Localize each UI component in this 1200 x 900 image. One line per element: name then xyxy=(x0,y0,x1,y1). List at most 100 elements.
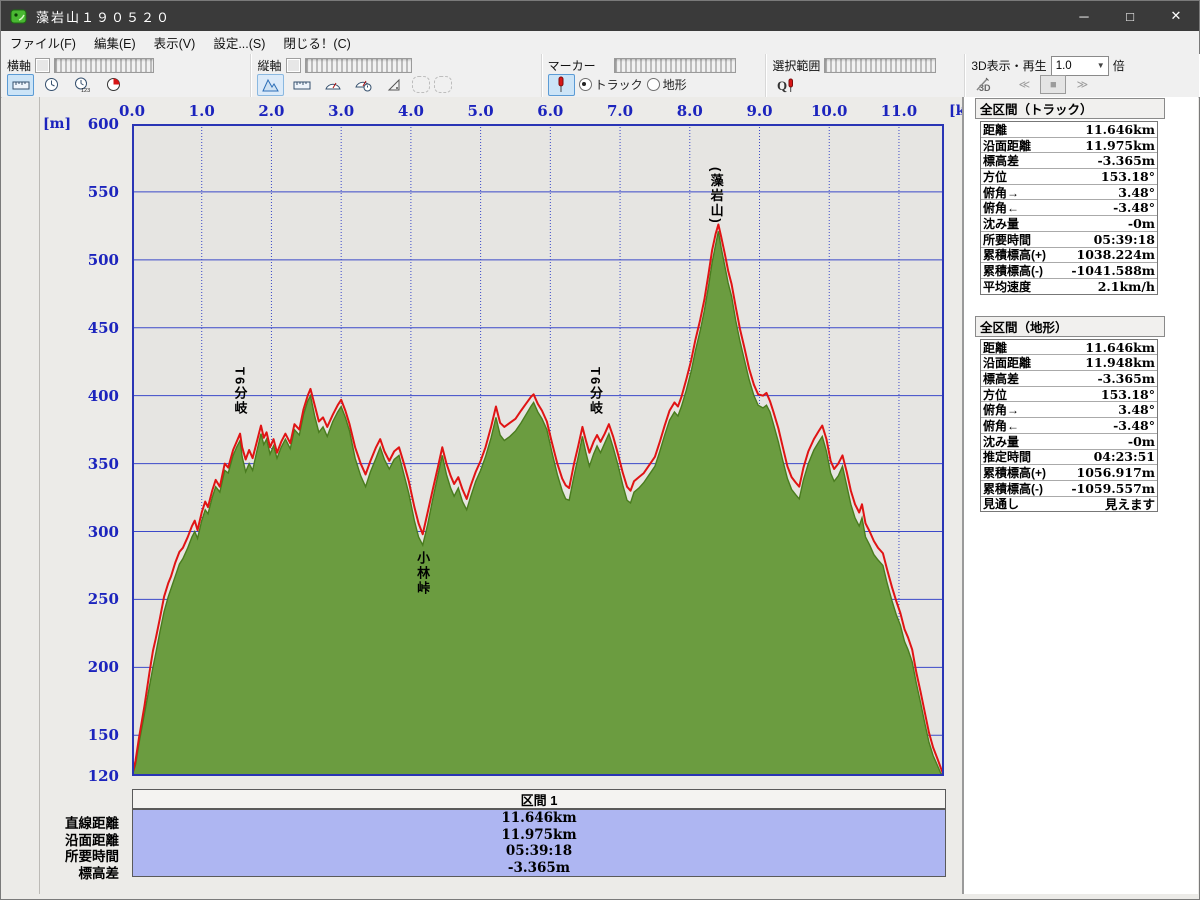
stat-value: 3.48° xyxy=(1118,185,1155,200)
chevron-down-icon: ▼ xyxy=(1097,61,1108,70)
stat-row: 累積標高(+)1038.224m xyxy=(981,248,1157,264)
toolbar: 横軸 123 縦軸 xyxy=(1,54,1199,98)
y-tick-label: 200 xyxy=(69,658,119,676)
stop-button[interactable]: ■ xyxy=(1040,75,1066,94)
stat-value: 05:39:18 xyxy=(1094,232,1155,247)
clock-icon[interactable] xyxy=(38,74,65,96)
menu-item-0[interactable]: ファイル(F) xyxy=(1,30,85,55)
stat-row: 沈み量-0m xyxy=(981,216,1157,232)
stat-row: 距離11.646km xyxy=(981,122,1157,138)
stat-row: 標高差 -3.365m xyxy=(981,371,1157,387)
range-marker-icon[interactable]: Q xyxy=(772,74,799,96)
app-icon xyxy=(10,7,28,25)
xaxis-mini-button[interactable] xyxy=(35,58,50,73)
stat-row: 見通し 見えます xyxy=(981,497,1157,512)
ruler-icon[interactable] xyxy=(288,74,315,96)
x-tick-label: 7.0 xyxy=(600,102,640,120)
mountain-icon[interactable] xyxy=(257,74,284,96)
stat-value: 04:23:51 xyxy=(1094,449,1155,464)
title-bar: 藻岩山１９０５２０ ─ □ ✕ xyxy=(1,1,1199,31)
maximize-button[interactable]: □ xyxy=(1107,1,1153,31)
stat-value: 1038.224m xyxy=(1077,247,1155,262)
stat-label: 沿面距離 xyxy=(983,354,1031,371)
stat-label: 累積標高(-) xyxy=(983,480,1043,497)
ruler-icon[interactable] xyxy=(7,74,34,96)
3d-edit-icon[interactable]: 3D xyxy=(971,74,998,96)
app-window: 藻岩山１９０５２０ ─ □ ✕ ファイル(F)編集(E)表示(V)設定...(S… xyxy=(0,0,1200,900)
set-square-icon[interactable] xyxy=(381,74,408,96)
gutter-divider xyxy=(39,97,40,894)
menu-bar: ファイル(F)編集(E)表示(V)設定...(S)閉じる！(C) xyxy=(1,31,1199,55)
pie-timer-icon[interactable] xyxy=(100,74,127,96)
stat-label: 俯角→ xyxy=(983,401,1019,418)
stat-label: 所要時間 xyxy=(983,231,1031,248)
stat-label: 沈み量 xyxy=(983,433,1019,450)
elevation-plot[interactable] xyxy=(132,124,944,776)
section-header: 区間 1 xyxy=(132,789,946,809)
stat-label: 見通し xyxy=(983,495,1019,512)
annotation-label: 小林峠 xyxy=(415,551,430,596)
menu-item-2[interactable]: 表示(V) xyxy=(145,30,205,55)
annotation-label: T6分岐 xyxy=(232,367,247,416)
stat-row: 所要時間 05:39:18 xyxy=(981,232,1157,248)
xaxis-scale-slider[interactable] xyxy=(54,58,154,73)
stat-row: 俯角←-3.48° xyxy=(981,200,1157,216)
y-axis-unit-label: [m] xyxy=(43,116,71,132)
selection-slider[interactable] xyxy=(824,58,936,73)
section-value: 05:39:18 xyxy=(133,843,945,860)
radio-terrain[interactable]: 地形 xyxy=(647,76,687,93)
selection-group-label: 選択範囲 xyxy=(772,57,820,74)
stat-row: 沿面距離11.975km xyxy=(981,138,1157,154)
stats-table-0: 距離11.646km沿面距離11.975km標高差-3.365m方位153.18… xyxy=(980,121,1158,295)
stat-value: 153.18° xyxy=(1101,387,1155,402)
playback-speed-suffix: 倍 xyxy=(1113,57,1125,74)
x-tick-label: 1.0 xyxy=(182,102,222,120)
stat-value: 2.1km/h xyxy=(1098,279,1155,294)
menu-item-1[interactable]: 編集(E) xyxy=(85,30,145,55)
stat-value: 11.948km xyxy=(1085,355,1155,370)
stat-label: 距離 xyxy=(983,339,1007,356)
yaxis-mini-button[interactable] xyxy=(286,58,301,73)
gauge-icon[interactable] xyxy=(319,74,346,96)
stats-table-1: 距離11.646km沿面距離11.948km標高差-3.365m方位153.18… xyxy=(980,339,1158,513)
x-tick-label: 8.0 xyxy=(670,102,710,120)
stat-label: 標高差 xyxy=(983,370,1019,387)
stat-label: 標高差 xyxy=(983,152,1019,169)
toolbar-group-xaxis: 横軸 123 xyxy=(1,54,251,97)
stat-row: 累積標高(+)1056.917m xyxy=(981,465,1157,481)
stat-label: 俯角→ xyxy=(983,184,1019,201)
stat-row: 沈み量 -0m xyxy=(981,434,1157,450)
stat-value: -3.365m xyxy=(1097,371,1155,386)
yaxis-group-label: 縦軸 xyxy=(257,57,281,74)
x-tick-label: 9.0 xyxy=(740,102,780,120)
stat-label: 方位 xyxy=(983,386,1007,403)
section-value: 11.975km xyxy=(133,827,945,844)
stat-value: 11.646km xyxy=(1085,122,1155,137)
menu-item-4[interactable]: 閉じる！(C) xyxy=(274,30,359,55)
playback-speed-select[interactable]: 1.0▼ xyxy=(1051,56,1109,76)
annotation-label: T6分岐 xyxy=(588,367,603,416)
x-tick-label: 10.0 xyxy=(809,102,849,120)
stat-row: 方位 153.18° xyxy=(981,387,1157,403)
radio-track-dot xyxy=(579,78,592,91)
toolbar-group-marker: マーカー トラック 地形 xyxy=(542,54,767,97)
forward-button[interactable]: ≫ xyxy=(1070,76,1094,93)
radio-terrain-dot xyxy=(647,78,660,91)
close-button[interactable]: ✕ xyxy=(1153,1,1199,31)
stat-value: 153.18° xyxy=(1101,169,1155,184)
radio-track[interactable]: トラック xyxy=(579,76,643,93)
stat-value: 見えます xyxy=(1105,494,1155,513)
yaxis-scale-slider[interactable] xyxy=(305,58,412,73)
gauge-clock-icon[interactable] xyxy=(350,74,377,96)
minimize-button[interactable]: ─ xyxy=(1061,1,1107,31)
clock-123-icon[interactable]: 123 xyxy=(69,74,96,96)
marker-pin-icon[interactable] xyxy=(548,74,575,96)
rewind-button[interactable]: ≪ xyxy=(1012,76,1036,93)
menu-item-3[interactable]: 設定...(S) xyxy=(204,30,274,55)
stat-value: -0m xyxy=(1128,434,1155,449)
ghost-icon xyxy=(434,76,452,93)
y-tick-label: 120 xyxy=(69,767,119,785)
x-tick-label: 2.0 xyxy=(251,102,291,120)
toolbar-group-3d: 3D表示・再生 1.0▼ 倍 3D ≪ ■ ≫ xyxy=(965,54,1199,97)
marker-slider[interactable] xyxy=(614,58,736,73)
